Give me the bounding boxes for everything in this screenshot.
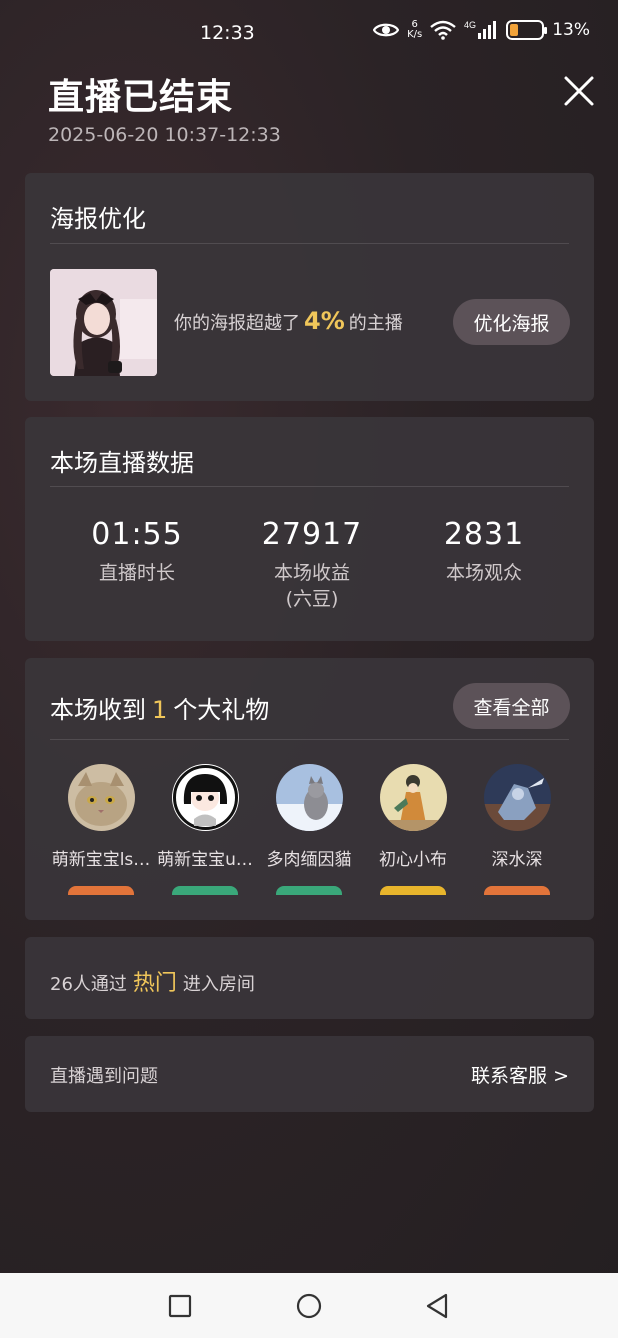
stat-viewers: 2831 本场观众 bbox=[443, 517, 525, 584]
view-all-button[interactable]: 查看全部 bbox=[453, 683, 570, 729]
level-badge bbox=[68, 886, 134, 895]
gifter-name: 萌新宝宝ls… bbox=[51, 850, 151, 870]
gifts-card: 本场收到 1 个大礼物 查看全部 萌新宝宝ls… 萌新宝宝u… 多肉缅因貓 初心… bbox=[25, 658, 594, 920]
poster-card: 海报优化 你的海报超越了 4% 的主播 优化海报 bbox=[25, 173, 594, 401]
gifter-name: 多肉缅因貓 bbox=[266, 850, 352, 870]
level-badge bbox=[172, 886, 238, 895]
level-badge bbox=[380, 886, 446, 895]
poster-percent: 4% bbox=[304, 307, 345, 335]
battery-icon bbox=[506, 20, 548, 40]
poster-rank-text: 你的海报超越了 4% 的主播 bbox=[174, 307, 403, 335]
status-bar: 12:33 6 K/s 4G 13% bbox=[0, 0, 618, 70]
gifter-item[interactable]: 深水深 bbox=[465, 764, 569, 870]
gifts-card-title: 本场收到 1 个大礼物 bbox=[50, 696, 270, 724]
avatar bbox=[67, 764, 135, 831]
eye-icon bbox=[373, 23, 400, 37]
gifter-item[interactable]: 初心小布 bbox=[361, 764, 465, 870]
hot-entry-card: 26人通过 热门 进入房间 bbox=[25, 937, 594, 1019]
gifter-item[interactable]: 萌新宝宝u… bbox=[153, 764, 257, 870]
avatar bbox=[171, 764, 239, 831]
stat-duration: 01:55 直播时长 bbox=[91, 517, 183, 584]
svg-text:4G: 4G bbox=[464, 20, 476, 30]
divider bbox=[50, 739, 569, 740]
status-icons: 6 K/s 4G 13% bbox=[373, 20, 590, 40]
page-title: 直播已结束 bbox=[48, 77, 234, 118]
battery-percent: 13% bbox=[552, 20, 590, 40]
status-time: 12:33 bbox=[200, 22, 255, 44]
stat-earnings: 27917 本场收益 (六豆) bbox=[261, 517, 363, 610]
wifi-icon bbox=[430, 20, 456, 40]
recents-icon[interactable] bbox=[165, 1291, 195, 1321]
help-text: 直播遇到问题 bbox=[50, 1066, 158, 1087]
contact-support-link[interactable]: 联系客服 > bbox=[471, 1061, 569, 1088]
gifter-name: 萌新宝宝u… bbox=[157, 850, 253, 870]
home-icon[interactable] bbox=[294, 1291, 324, 1321]
gifter-name: 深水深 bbox=[491, 850, 543, 870]
optimize-poster-button[interactable]: 优化海报 bbox=[453, 299, 570, 345]
close-icon[interactable] bbox=[562, 74, 596, 108]
avatar bbox=[379, 764, 447, 831]
avatar bbox=[275, 764, 343, 831]
level-badge bbox=[484, 886, 550, 895]
live-time-range: 2025-06-20 10:37-12:33 bbox=[48, 124, 281, 146]
hot-keyword: 热门 bbox=[132, 971, 177, 996]
back-icon[interactable] bbox=[422, 1291, 452, 1321]
poster-card-title: 海报优化 bbox=[50, 205, 146, 233]
hot-entry-text: 26人通过 热门 进入房间 bbox=[50, 971, 255, 996]
avatar bbox=[483, 764, 551, 831]
divider bbox=[50, 486, 569, 487]
system-nav-bar bbox=[0, 1273, 618, 1338]
cellular-signal-icon: 4G bbox=[464, 20, 497, 39]
gift-count: 1 bbox=[152, 696, 168, 724]
gifter-name: 初心小布 bbox=[379, 850, 447, 870]
level-badge bbox=[276, 886, 342, 895]
help-card: 直播遇到问题 联系客服 > bbox=[25, 1036, 594, 1112]
net-speed: 6 K/s bbox=[407, 19, 423, 40]
poster-thumbnail[interactable] bbox=[50, 269, 157, 376]
gifter-item[interactable]: 多肉缅因貓 bbox=[257, 764, 361, 870]
live-stats-card: 本场直播数据 01:55 直播时长 27917 本场收益 (六豆) 2831 本场… bbox=[25, 417, 594, 641]
stats-card-title: 本场直播数据 bbox=[50, 449, 194, 477]
divider bbox=[50, 243, 569, 244]
gifter-item[interactable]: 萌新宝宝ls… bbox=[49, 764, 153, 870]
